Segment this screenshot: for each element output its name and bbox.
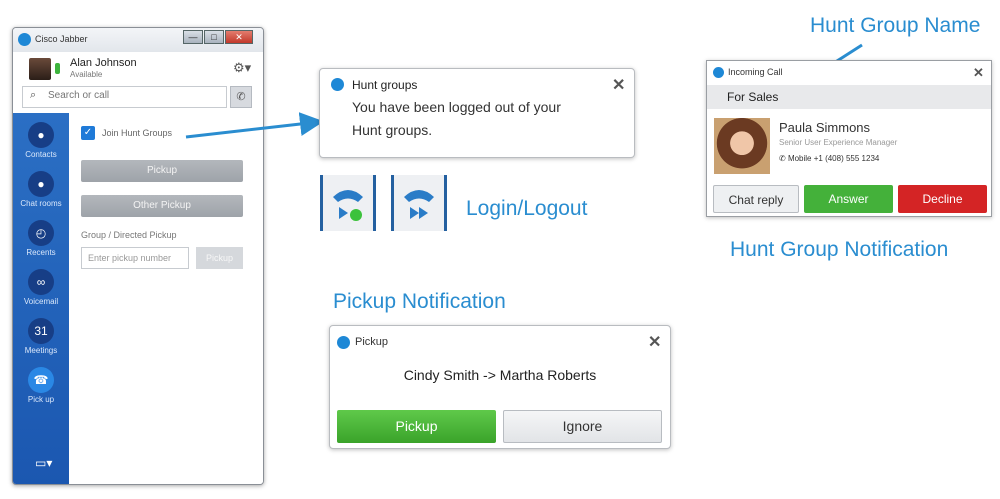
close-icon[interactable]: ✕ bbox=[648, 332, 661, 352]
close-icon[interactable]: ✕ bbox=[612, 75, 625, 95]
hunt-group-name-label: Hunt Group Name bbox=[810, 14, 981, 37]
jabber-logo-icon bbox=[337, 336, 350, 349]
login-logout-label: Login/Logout bbox=[466, 197, 588, 220]
pickup-notification-label: Pickup Notification bbox=[333, 290, 506, 313]
caller-phone: Mobile +1 (408) 555 1234 bbox=[787, 154, 880, 163]
hunt-logout-icon bbox=[391, 175, 447, 231]
hunt-popup-message-2: Hunt groups. bbox=[352, 122, 433, 138]
close-icon[interactable]: ✕ bbox=[973, 65, 984, 81]
hunt-popup-title: Hunt groups bbox=[352, 78, 418, 92]
hunt-popup-message-1: You have been logged out of your bbox=[352, 99, 561, 115]
pickup-popup: Pickup ✕ Cindy Smith -> Martha Roberts P… bbox=[329, 325, 671, 449]
phone-icon: ✆ bbox=[779, 154, 786, 163]
caller-title: Senior User Experience Manager bbox=[779, 138, 898, 147]
jabber-logo-icon bbox=[713, 67, 724, 78]
caller-photo bbox=[714, 118, 770, 174]
phone-login-icon bbox=[333, 190, 363, 221]
caller-name: Paula Simmons bbox=[779, 120, 871, 135]
incoming-call-popup: Incoming Call ✕ For Sales Paula Simmons … bbox=[706, 60, 992, 217]
pickup-accept-button[interactable]: Pickup bbox=[337, 410, 496, 443]
pickup-message: Cindy Smith -> Martha Roberts bbox=[403, 367, 597, 383]
pickup-popup-title: Pickup bbox=[355, 336, 389, 348]
arrow-to-hunt-popup bbox=[185, 112, 324, 139]
phone-logout-icon bbox=[404, 190, 434, 219]
answer-button[interactable]: Answer bbox=[804, 185, 893, 213]
caller-phone-row: ✆ Mobile +1 (408) 555 1234 bbox=[779, 154, 879, 163]
hunt-groups-popup: Hunt groups ✕ You have been logged out o… bbox=[319, 68, 635, 158]
ignore-button[interactable]: Ignore bbox=[503, 410, 662, 443]
hunt-group-notification-label: Hunt Group Notification bbox=[730, 238, 949, 261]
hunt-group-name: For Sales bbox=[727, 90, 779, 104]
chat-reply-button[interactable]: Chat reply bbox=[713, 185, 799, 213]
incoming-call-title: Incoming Call bbox=[728, 67, 783, 77]
decline-button[interactable]: Decline bbox=[898, 185, 987, 213]
hunt-login-icon bbox=[320, 175, 376, 231]
jabber-logo-icon bbox=[331, 78, 344, 91]
